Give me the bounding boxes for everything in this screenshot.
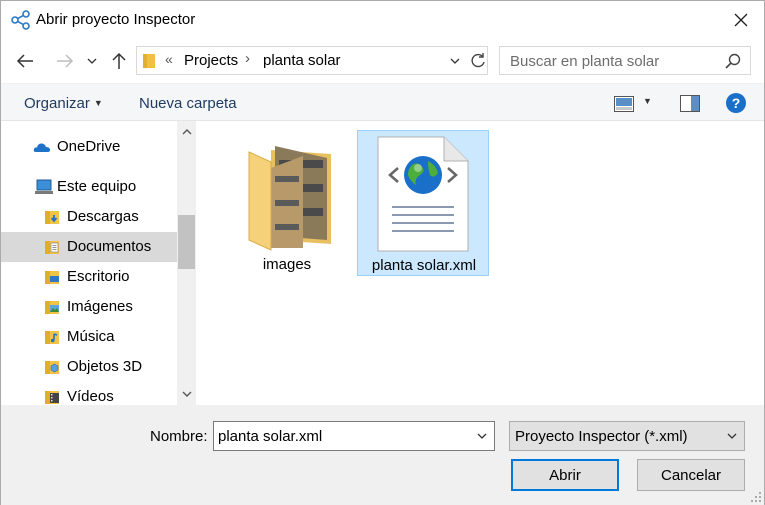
chevron-down-icon <box>727 433 737 439</box>
breadcrumb-projects[interactable]: Projects <box>184 52 238 69</box>
sidebar-item-musica[interactable]: Música <box>1 322 177 352</box>
chevron-down-icon <box>87 58 97 64</box>
refresh-icon <box>471 53 485 68</box>
sidebar-item-label: Objetos 3D <box>67 358 143 375</box>
file-name: planta solar.xml <box>371 257 477 274</box>
file-type-select[interactable]: Proyecto Inspector (*.xml) <box>509 421 745 451</box>
videos-folder-icon <box>45 391 59 404</box>
computer-icon <box>35 179 53 194</box>
chevron-up-icon <box>182 129 191 135</box>
breadcrumb-separator[interactable]: › <box>245 50 250 67</box>
preview-pane-icon[interactable] <box>680 95 700 112</box>
sidebar-item-videos[interactable]: Vídeos <box>1 382 177 405</box>
scroll-up-button[interactable] <box>177 123 196 141</box>
forward-button[interactable] <box>53 49 77 73</box>
sidebar-item-label: Música <box>67 328 115 345</box>
search-icon[interactable] <box>725 53 741 69</box>
file-name-input[interactable]: planta solar.xml <box>213 421 495 451</box>
chevron-down-icon <box>182 391 191 397</box>
file-type-value: Proyecto Inspector (*.xml) <box>515 428 688 445</box>
organize-menu[interactable]: Organizar ▼ <box>24 95 103 112</box>
scroll-thumb[interactable] <box>178 215 195 269</box>
change-view-icon[interactable] <box>614 96 634 112</box>
close-icon <box>734 13 748 27</box>
sidebar-item-label: OneDrive <box>57 138 121 155</box>
search-placeholder: Buscar en planta solar <box>510 53 660 70</box>
onedrive-icon <box>33 143 50 152</box>
window-title: Abrir proyecto Inspector <box>36 11 196 28</box>
search-box[interactable]: Buscar en planta solar <box>499 46 751 75</box>
resize-grip-icon[interactable] <box>750 491 762 503</box>
footer-panel: Nombre: planta solar.xml Proyecto Inspec… <box>1 405 764 505</box>
sidebar-item-escritorio[interactable]: Escritorio <box>1 262 177 292</box>
arrow-left-icon <box>16 54 33 68</box>
3d-objects-folder-icon <box>45 361 59 374</box>
sidebar-item-descargas[interactable]: Descargas <box>1 202 177 232</box>
title-bar: Abrir proyecto Inspector <box>1 1 764 39</box>
sidebar-item-objetos-3d[interactable]: Objetos 3D <box>1 352 177 382</box>
sidebar-item-label: Descargas <box>67 208 139 225</box>
sidebar-item-imagenes[interactable]: Imágenes <box>1 292 177 322</box>
recent-locations-button[interactable] <box>83 49 101 73</box>
view-options-caret-icon[interactable]: ▼ <box>643 96 652 106</box>
back-button[interactable] <box>13 49 37 73</box>
command-bar: Organizar ▼ Nueva carpeta ▼ ? <box>1 83 764 121</box>
chevron-down-icon <box>450 58 460 64</box>
sidebar-item-label: Este equipo <box>57 178 137 195</box>
app-share-icon <box>11 10 30 30</box>
music-folder-icon <box>45 331 59 344</box>
file-item-images[interactable]: images <box>221 130 353 276</box>
up-button[interactable] <box>107 49 131 73</box>
open-file-dialog: Abrir proyecto Inspector « Projects › pl… <box>0 0 765 505</box>
caret-down-icon: ▼ <box>93 98 103 108</box>
arrow-right-icon <box>57 54 74 68</box>
file-item-planta-solar-xml[interactable]: planta solar.xml <box>357 130 489 276</box>
refresh-button[interactable] <box>467 51 487 71</box>
organize-label: Organizar <box>24 95 90 112</box>
scroll-down-button[interactable] <box>177 385 196 403</box>
address-dropdown-button[interactable] <box>447 51 463 71</box>
open-button[interactable]: Abrir <box>511 459 619 491</box>
documents-folder-icon <box>45 241 59 254</box>
sidebar-item-label: Vídeos <box>67 388 114 405</box>
sidebar-item-label: Imágenes <box>67 298 133 315</box>
navigation-pane: OneDrive Este equipo Descargas Documento… <box>1 121 197 405</box>
new-folder-button[interactable]: Nueva carpeta <box>139 95 237 112</box>
chevron-down-icon[interactable] <box>476 430 488 442</box>
navigation-row: « Projects › planta solar Buscar en plan… <box>1 41 764 81</box>
svg-text:?: ? <box>732 95 741 111</box>
file-name-label: Nombre: <box>150 428 208 445</box>
sidebar-item-este-equipo[interactable]: Este equipo <box>1 172 177 202</box>
file-list: images planta solar.xml <box>197 121 764 405</box>
sidebar-item-documentos[interactable]: Documentos <box>1 232 177 262</box>
help-icon[interactable]: ? <box>725 92 747 114</box>
file-name-value[interactable]: planta solar.xml <box>218 428 322 445</box>
downloads-folder-icon <box>45 211 59 224</box>
folder-with-images-icon <box>248 146 331 251</box>
pictures-folder-icon <box>45 301 59 314</box>
close-button[interactable] <box>718 1 764 39</box>
sidebar-item-label: Escritorio <box>67 268 130 285</box>
address-bar[interactable]: « Projects › planta solar <box>136 46 488 75</box>
overflow-chevron[interactable]: « <box>165 51 173 67</box>
xml-file-icon <box>377 136 469 252</box>
sidebar-item-label: Documentos <box>67 238 152 255</box>
sidebar-item-onedrive[interactable]: OneDrive <box>1 132 177 162</box>
arrow-up-icon <box>112 52 126 69</box>
cancel-button[interactable]: Cancelar <box>637 459 745 491</box>
file-name: images <box>262 256 312 273</box>
desktop-folder-icon <box>45 271 59 284</box>
breadcrumb-planta-solar[interactable]: planta solar <box>263 52 341 69</box>
folder-icon <box>143 54 155 68</box>
navigation-scrollbar[interactable] <box>177 121 196 405</box>
